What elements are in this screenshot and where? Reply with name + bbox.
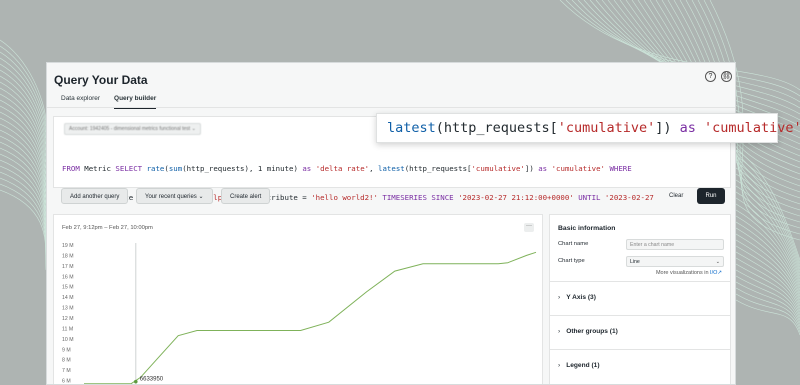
- y-tick-label: 14 M: [62, 295, 74, 301]
- y-tick-label: 17 M: [62, 264, 74, 270]
- chart-type-select[interactable]: Line ⌄: [626, 256, 724, 267]
- chevron-down-icon: ⌄: [715, 259, 720, 265]
- y-axis-section[interactable]: › Y Axis (3): [550, 281, 730, 315]
- more-viz-prefix: More visualizations in: [655, 270, 711, 276]
- chart-name-input[interactable]: Enter a chart name: [626, 239, 724, 250]
- query-line-1: FROM Metric SELECT rate(sum(http_request…: [62, 164, 732, 174]
- query-your-data-window: Query Your Data ? ⛓ Data explorer Query …: [46, 62, 736, 385]
- basic-information-heading: Basic information: [558, 225, 616, 232]
- zoom-token: latest: [387, 120, 436, 136]
- tabs-divider: [47, 107, 735, 108]
- query-token: (http_requests), 1 minute): [182, 164, 303, 173]
- add-another-query-button[interactable]: Add another query: [61, 188, 129, 204]
- y-tick-label: 13 M: [62, 306, 74, 312]
- y-tick-label: 10 M: [62, 337, 74, 343]
- account-selector[interactable]: Account: 1942405 - dimensional metrics f…: [64, 123, 201, 135]
- query-token: UNTIL: [578, 192, 601, 202]
- chart-name-label: Chart name: [558, 241, 589, 247]
- chart-settings-panel: Basic information Chart name Enter a cha…: [549, 214, 731, 384]
- tooltip-value: 6633950: [140, 377, 164, 383]
- other-groups-label-text: Other groups (1): [566, 328, 618, 335]
- query-token: sum: [168, 164, 183, 173]
- zoom-token: ]): [655, 120, 680, 136]
- y-tick-label: 12 M: [62, 316, 74, 322]
- zoom-token: as: [679, 120, 696, 136]
- add-another-query-label: Add another query: [70, 194, 120, 200]
- chevron-down-icon: ⌄: [198, 194, 204, 200]
- query-zoom-callout: latest(http_requests['cumulative']) as '…: [376, 113, 800, 143]
- query-token: as: [302, 164, 312, 173]
- y-axis-section-label: › Y Axis (3): [558, 294, 596, 301]
- external-link-icon: ↗: [717, 270, 722, 276]
- query-token: ,: [369, 164, 379, 173]
- query-token: ]): [524, 164, 539, 173]
- zoom-token: (http_requests[: [435, 120, 558, 136]
- query-token: SINCE: [431, 192, 454, 202]
- create-alert-label: Create alert: [230, 194, 262, 200]
- chart-type-label: Chart type: [558, 258, 585, 264]
- create-alert-button[interactable]: Create alert: [221, 188, 271, 204]
- hover-point: [133, 379, 138, 384]
- y-axis-label-text: Y Axis (3): [566, 294, 596, 301]
- y-tick-label: 18 M: [62, 253, 74, 259]
- chevron-right-icon: ›: [558, 328, 561, 335]
- clear-button[interactable]: Clear: [669, 193, 683, 199]
- y-tick-label: 6 M: [62, 379, 71, 385]
- chart-panel: Feb 27, 9:12pm – Feb 27, 10:00pm ··· 19 …: [53, 214, 544, 385]
- recent-queries-label: Your recent queries: [145, 194, 197, 200]
- y-tick-label: 9 M: [62, 347, 71, 353]
- y-tick-label: 19 M: [62, 243, 74, 249]
- query-token: 'cumulative': [551, 164, 605, 173]
- query-token: rate: [146, 164, 165, 173]
- y-tick-label: 15 M: [62, 285, 74, 291]
- account-selector-label: Account: 1942405 - dimensional metrics f…: [69, 126, 191, 132]
- query-token: 'cumulative': [471, 164, 525, 173]
- chart-type-value: Line: [630, 259, 640, 265]
- query-token: (http_requests[: [404, 164, 472, 173]
- run-button[interactable]: Run: [697, 188, 725, 204]
- page-title: Query Your Data: [54, 73, 148, 87]
- query-token: 'delta rate': [315, 164, 370, 173]
- query-token: '2023-02-27: [604, 192, 654, 202]
- y-tick-label: 11 M: [62, 326, 73, 332]
- recent-queries-button[interactable]: Your recent queries ⌄: [136, 188, 213, 204]
- zoom-token: [696, 120, 704, 136]
- query-token: 'hello world2!': [311, 192, 378, 202]
- query-token: as: [538, 164, 548, 173]
- chevron-right-icon: ›: [558, 294, 561, 301]
- series-line-cumulative: [84, 251, 537, 384]
- query-token: SELECT: [115, 164, 143, 173]
- chevron-right-icon: ›: [558, 362, 561, 369]
- query-token: WHERE: [609, 164, 632, 173]
- line-chart[interactable]: 19 M 18 M 17 M 16 M 15 M 14 M 13 M 12 M 11 M 10 M…: [54, 215, 544, 385]
- y-tick-label: 8 M: [62, 358, 71, 364]
- legend-section-label: › Legend (1): [558, 362, 600, 369]
- other-groups-section[interactable]: › Other groups (1): [550, 315, 730, 349]
- query-token: '2023-02-27 21:12:00+0000': [458, 192, 574, 202]
- zoom-token: 'cumulative': [704, 120, 800, 136]
- y-tick-label: 7 M: [62, 368, 71, 374]
- legend-label-text: Legend (1): [566, 362, 600, 369]
- query-token: latest: [378, 164, 405, 173]
- y-tick-label: 16 M: [62, 274, 74, 280]
- other-groups-section-label: › Other groups (1): [558, 328, 618, 335]
- query-token: Metric: [79, 164, 116, 173]
- query-token: FROM: [62, 164, 80, 173]
- legend-section[interactable]: › Legend (1): [550, 349, 730, 383]
- help-icon[interactable]: ?: [705, 71, 716, 82]
- zoom-token: 'cumulative': [557, 120, 656, 136]
- query-token: TIMESERIES: [382, 192, 427, 202]
- more-visualizations-text: More visualizations in I/O↗: [656, 270, 722, 276]
- link-icon[interactable]: ⛓: [721, 71, 732, 82]
